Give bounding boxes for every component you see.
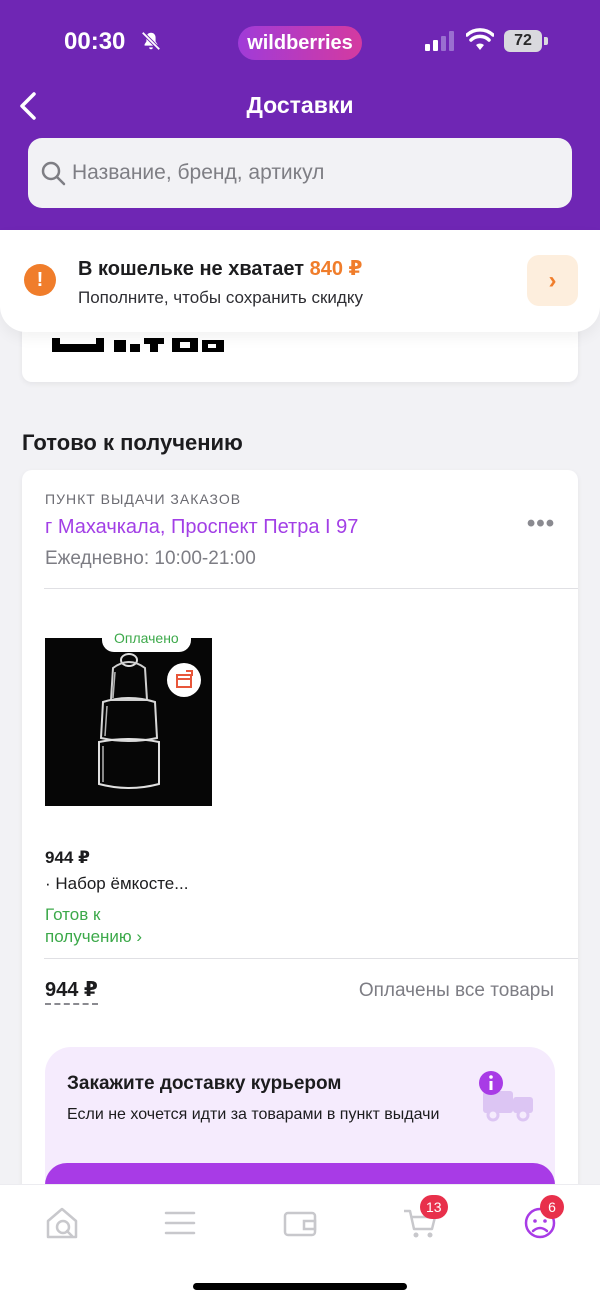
- cart-count-badge: 13: [420, 1195, 448, 1219]
- chevron-right-icon[interactable]: ›: [527, 255, 578, 306]
- wallet-missing-amount: 840 ₽: [309, 258, 363, 280]
- cellular-signal-icon: [425, 31, 454, 51]
- nav-cart[interactable]: 13: [400, 1195, 448, 1243]
- courier-promo-title: Закажите доставку курьером: [67, 1073, 342, 1094]
- bell-muted-icon: [141, 31, 161, 51]
- profile-count-badge: 6: [540, 1195, 564, 1219]
- search-bar[interactable]: [28, 138, 572, 208]
- pickup-point-label: ПУНКТ ВЫДАЧИ ЗАКАЗОВ: [45, 491, 242, 507]
- bottom-navigation: 13 6: [0, 1184, 600, 1300]
- order-payment-status: Оплачены все товары: [358, 980, 554, 1001]
- item-name[interactable]: · Набор ёмкосте...: [45, 874, 188, 894]
- pickup-hours: Ежедневно: 10:00-21:00: [45, 548, 256, 569]
- divider: [44, 588, 578, 589]
- item-status-link[interactable]: Готов к получению ›: [45, 904, 185, 948]
- wallet-warning-text: В кошельке не хватает: [78, 258, 305, 280]
- status-time: 00:30: [64, 28, 126, 55]
- battery-indicator: 72: [504, 30, 548, 52]
- wallet-icon: [283, 1211, 317, 1237]
- battery-cap: [544, 37, 548, 45]
- qr-code-fragment: [52, 338, 224, 352]
- search-icon: [41, 161, 66, 186]
- nav-catalog[interactable]: [160, 1203, 200, 1243]
- wallet-warning-subtitle: Пополните, чтобы сохранить скидку: [78, 288, 363, 307]
- section-title: Готово к получению: [22, 430, 243, 455]
- wallet-warning-title: В кошельке не хватает 840 ₽: [78, 256, 362, 281]
- home-indicator: [193, 1283, 407, 1290]
- order-card: ПУНКТ ВЫДАЧИ ЗАКАЗОВ г Махачкала, Проспе…: [22, 470, 578, 1230]
- search-input[interactable]: [72, 138, 552, 208]
- menu-icon: [164, 1211, 196, 1235]
- wallet-warning-banner[interactable]: ! В кошельке не хватает 840 ₽ Пополните,…: [0, 230, 600, 332]
- courier-promo-text: Если не хочется идти за товарами в пункт…: [67, 1106, 440, 1123]
- item-price: 944 ₽: [45, 848, 90, 867]
- paid-badge: Оплачено: [102, 624, 191, 652]
- more-options-icon[interactable]: •••: [524, 512, 558, 538]
- nav-home[interactable]: [42, 1203, 82, 1243]
- warning-icon: !: [24, 264, 56, 296]
- page-title: Доставки: [246, 92, 354, 118]
- status-bar: 00:30 wildberries 72: [0, 0, 600, 84]
- home-search-icon: [46, 1207, 78, 1239]
- nav-profile[interactable]: 6: [520, 1195, 564, 1243]
- order-total-price[interactable]: 944 ₽: [45, 977, 98, 1005]
- app-header: 00:30 wildberries 72 Доставки: [0, 0, 600, 230]
- return-box-icon: [167, 663, 201, 697]
- delivery-truck-icon: [479, 1071, 533, 1122]
- pickup-address-link[interactable]: г Махачкала, Проспект Петра I 97: [45, 516, 358, 539]
- nav-wallet[interactable]: [280, 1203, 320, 1243]
- brand-logo: wildberries: [238, 26, 362, 60]
- divider: [44, 958, 578, 959]
- wifi-icon: [466, 28, 494, 50]
- battery-level: 72: [504, 30, 542, 52]
